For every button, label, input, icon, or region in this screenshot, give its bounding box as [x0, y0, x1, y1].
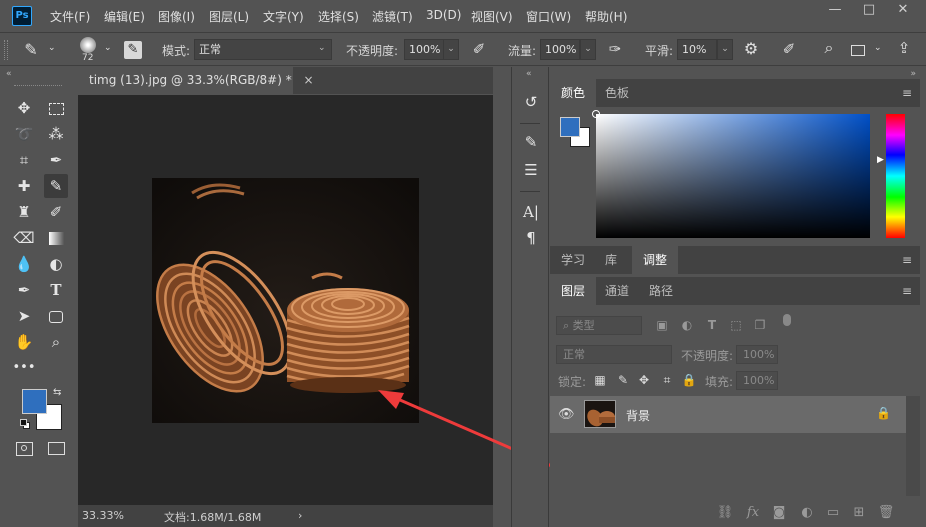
color-picker-cursor[interactable]: [592, 110, 600, 118]
layers-panel-tabs: 图层 通道 路径 ≡: [550, 277, 920, 305]
new-adjustment-layer-icon[interactable]: ◐: [798, 505, 816, 520]
layer-filter-label: 类型: [572, 319, 595, 332]
delete-layer-icon[interactable]: 🗑: [877, 505, 895, 520]
color-panel-foreground-swatch[interactable]: [560, 117, 580, 137]
layer-thumbnail: [584, 400, 616, 428]
status-bar: 33.33% 文档:1.68M/1.68M ›: [78, 505, 493, 527]
layer-lock-icon: 🔒: [876, 406, 891, 420]
collapsed-panel-dock: « ↺ ✎ ☰ A| ¶: [511, 67, 549, 527]
history-panel-icon[interactable]: ↺: [520, 91, 542, 113]
collapse-panels-icon[interactable]: »: [910, 69, 916, 79]
tab-layers[interactable]: 图层: [550, 277, 597, 305]
color-panel-tabs: 颜色 色板 ≡: [550, 79, 920, 107]
zoom-level[interactable]: 33.33%: [82, 509, 124, 522]
blend-mode-select[interactable]: 正常: [556, 345, 672, 364]
layer-style-icon[interactable]: fx: [744, 505, 762, 520]
status-menu-arrow-icon[interactable]: ›: [298, 509, 302, 522]
layer-filter-select[interactable]: ⌕ 类型: [556, 316, 642, 335]
tab-adjustments[interactable]: 调整: [632, 246, 679, 274]
paragraph-panel-icon[interactable]: ¶: [520, 227, 542, 249]
document-info: 文档:1.68M/1.68M: [164, 511, 262, 524]
tab-learn[interactable]: 学习: [550, 246, 596, 274]
filter-smart-object-icon[interactable]: ❐: [752, 318, 768, 332]
lock-artboard-icon[interactable]: ⌗: [659, 373, 675, 388]
brush-settings-panel-icon[interactable]: ✎: [520, 131, 542, 153]
lock-transparent-pixels-icon[interactable]: ▦: [592, 373, 608, 387]
new-group-icon[interactable]: ▭: [824, 505, 842, 520]
fill-label: 填充:: [705, 375, 734, 389]
panel-menu-icon[interactable]: ≡: [900, 285, 912, 297]
lock-all-icon[interactable]: 🔒: [681, 373, 697, 387]
color-field-black-layer: [596, 114, 870, 238]
tab-color[interactable]: 颜色: [550, 79, 597, 107]
layer-row-background[interactable]: 👁 背景 🔒: [550, 396, 906, 433]
properties-panel-icon[interactable]: ☰: [520, 159, 542, 181]
color-field[interactable]: [592, 110, 870, 238]
lock-position-icon[interactable]: ✥: [636, 373, 652, 387]
fill-input[interactable]: 100%: [736, 371, 778, 390]
tab-libraries[interactable]: 库: [594, 246, 628, 274]
tab-channels[interactable]: 通道: [594, 277, 640, 305]
filter-adjustment-icon[interactable]: ◐: [679, 318, 695, 332]
dock-divider: [520, 191, 540, 192]
layers-scrollbar[interactable]: [906, 396, 920, 496]
adjustments-panel-tabs: 学习 库 调整 ≡: [550, 246, 920, 274]
tab-paths[interactable]: 路径: [638, 277, 684, 305]
new-layer-icon[interactable]: ⊞: [850, 505, 868, 520]
tab-swatches[interactable]: 色板: [594, 79, 640, 107]
hue-slider-handle-icon[interactable]: ▶: [877, 155, 884, 165]
visibility-eye-icon[interactable]: 👁: [558, 407, 575, 422]
lock-label: 锁定:: [558, 375, 587, 389]
panel-menu-icon[interactable]: ≡: [900, 254, 912, 266]
filter-shape-icon[interactable]: ⬚: [728, 318, 744, 332]
add-mask-icon[interactable]: ◙: [770, 505, 788, 520]
search-icon: ⌕: [563, 319, 573, 332]
link-layers-icon[interactable]: ⛓: [716, 505, 734, 520]
hue-slider[interactable]: [886, 114, 905, 238]
expand-panels-icon[interactable]: «: [526, 69, 532, 79]
layer-name[interactable]: 背景: [626, 407, 650, 424]
panel-menu-icon[interactable]: ≡: [900, 87, 912, 99]
filter-pixel-icon[interactable]: ▣: [654, 318, 670, 332]
right-panels: » 颜色 色板 ≡ ▶ 学习 库 调整 ≡ 图层 通道 路径 ≡ ⌕ 类型 ▣ …: [550, 67, 926, 527]
lock-image-pixels-icon[interactable]: ✎: [615, 373, 631, 387]
filter-type-icon[interactable]: T: [704, 318, 720, 332]
layer-opacity-label: 不透明度:: [681, 349, 734, 363]
filter-toggle[interactable]: [783, 314, 791, 326]
layer-opacity-input[interactable]: 100%: [736, 345, 778, 364]
character-panel-icon[interactable]: A|: [520, 201, 542, 223]
dock-divider: [520, 123, 540, 124]
